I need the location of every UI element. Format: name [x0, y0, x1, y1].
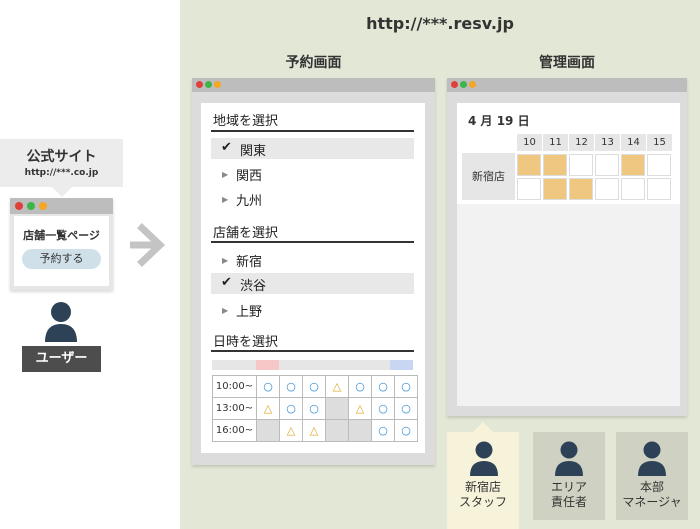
public-site-title: 公式サイト: [26, 149, 97, 165]
minimize-dot-icon: [469, 81, 476, 88]
availability-cell[interactable]: ○: [371, 397, 395, 420]
staff-role-shinjuku: 新宿店 スタッフ: [458, 480, 507, 509]
booked-slot[interactable]: [569, 178, 593, 200]
store-divider: [211, 241, 414, 243]
region-item-kyushu[interactable]: 九州: [236, 190, 262, 209]
booking-store-label: 新宿店: [462, 153, 515, 200]
booked-slot[interactable]: [543, 178, 567, 200]
caret-right-icon: ▶: [222, 306, 229, 315]
availability-cell[interactable]: ○: [279, 375, 303, 398]
hour-header: 15: [647, 134, 672, 151]
minimize-dot-icon: [39, 202, 47, 210]
hour-header: 12: [569, 134, 594, 151]
system-url: http://***.resv.jp: [366, 14, 514, 33]
availability-cell[interactable]: △: [279, 419, 303, 442]
empty-slot[interactable]: [621, 178, 645, 200]
availability-cell[interactable]: ○: [256, 375, 280, 398]
store-heading: 店舗を選択: [213, 226, 279, 241]
close-dot-icon: [451, 81, 458, 88]
table-row: 13:00~ △ ○ ○ △ ○ ○: [212, 397, 418, 420]
area-manager-person-icon: [555, 441, 583, 476]
close-dot-icon: [15, 202, 23, 210]
store-item-ueno[interactable]: 上野: [236, 301, 262, 320]
minimize-dot-icon: [214, 81, 221, 88]
store-item-shinjuku[interactable]: 新宿: [236, 251, 262, 270]
availability-cell: [325, 397, 349, 420]
availability-cell[interactable]: ○: [371, 419, 395, 442]
region-heading: 地域を選択: [213, 114, 279, 129]
region-divider: [211, 130, 414, 132]
caret-right-icon: ▶: [222, 170, 229, 179]
reserve-button[interactable]: 予約する: [22, 249, 101, 269]
hour-header: 10: [517, 134, 542, 151]
reservation-window-titlebar: [192, 78, 435, 92]
time-slot-label: 10:00~: [212, 375, 257, 398]
time-slot-label: 13:00~: [212, 397, 257, 420]
table-row: 16:00~ △ △ ○ ○: [212, 419, 418, 442]
availability-cell[interactable]: ○: [394, 375, 418, 398]
calendar-saturday-marker: [390, 360, 413, 370]
staff-role-hq: 本部 マネージャ: [622, 480, 682, 509]
user-label: ユーザー: [22, 346, 101, 372]
hour-header: 11: [543, 134, 568, 151]
hour-header: 14: [621, 134, 646, 151]
calendar-sunday-marker: [256, 360, 279, 370]
reservation-screen-heading: 予約画面: [285, 55, 342, 71]
availability-cell[interactable]: ○: [348, 375, 372, 398]
callout-pointer: [473, 422, 493, 432]
availability-cell[interactable]: ○: [302, 375, 326, 398]
availability-table: 10:00~ ○ ○ ○ △ ○ ○ ○ 13:00~ △ ○ ○ △ ○ ○ 16:00~ △ △ ○ ○: [212, 375, 418, 442]
availability-cell: [256, 419, 280, 442]
user-person-icon: [45, 302, 77, 342]
maximize-dot-icon: [27, 202, 35, 210]
availability-cell[interactable]: △: [256, 397, 280, 420]
empty-slot[interactable]: [647, 178, 671, 200]
calendar-header-bar: [212, 360, 413, 370]
store-item-shibuya[interactable]: 渋谷: [240, 275, 266, 294]
availability-cell: [325, 419, 349, 442]
table-row: 10:00~ ○ ○ ○ △ ○ ○ ○: [212, 375, 418, 398]
checkmark-icon: ✔: [221, 275, 232, 290]
availability-cell[interactable]: ○: [371, 375, 395, 398]
public-site-url: http://***.co.jp: [24, 168, 99, 178]
availability-cell: [348, 419, 372, 442]
booked-slot[interactable]: [517, 154, 541, 176]
hq-manager-person-icon: [638, 441, 666, 476]
staff-person-icon: [470, 441, 498, 476]
empty-slot[interactable]: [569, 154, 593, 176]
availability-cell[interactable]: △: [348, 397, 372, 420]
staff-role-area: エリア 責任者: [550, 480, 587, 509]
store-list-window-titlebar: [10, 198, 113, 214]
availability-cell[interactable]: ○: [394, 419, 418, 442]
admin-screen-heading: 管理画面: [539, 55, 595, 71]
empty-slot[interactable]: [647, 154, 671, 176]
store-list-page-title: 店舗一覧ページ: [23, 229, 100, 242]
availability-cell[interactable]: △: [325, 375, 349, 398]
datetime-heading: 日時を選択: [213, 335, 279, 350]
booking-date: 4 月 19 日: [468, 114, 530, 128]
region-item-kanto[interactable]: 関東: [240, 140, 266, 159]
availability-cell[interactable]: △: [302, 419, 326, 442]
availability-cell[interactable]: ○: [302, 397, 326, 420]
availability-cell[interactable]: ○: [279, 397, 303, 420]
maximize-dot-icon: [460, 81, 467, 88]
admin-window-titlebar: [447, 78, 687, 92]
caret-right-icon: ▶: [222, 195, 229, 204]
empty-slot[interactable]: [595, 154, 619, 176]
caret-right-icon: ▶: [222, 256, 229, 265]
close-dot-icon: [196, 81, 203, 88]
hour-header: 13: [595, 134, 620, 151]
checkmark-icon: ✔: [221, 140, 232, 155]
booked-slot[interactable]: [543, 154, 567, 176]
availability-cell[interactable]: ○: [394, 397, 418, 420]
callout-pointer: [52, 187, 72, 197]
maximize-dot-icon: [205, 81, 212, 88]
booked-slot[interactable]: [621, 154, 645, 176]
region-item-kansai[interactable]: 関西: [236, 165, 262, 184]
empty-slot[interactable]: [595, 178, 619, 200]
arrow-right-icon: [130, 223, 166, 267]
datetime-divider: [211, 350, 414, 352]
empty-slot[interactable]: [517, 178, 541, 200]
time-slot-label: 16:00~: [212, 419, 257, 442]
